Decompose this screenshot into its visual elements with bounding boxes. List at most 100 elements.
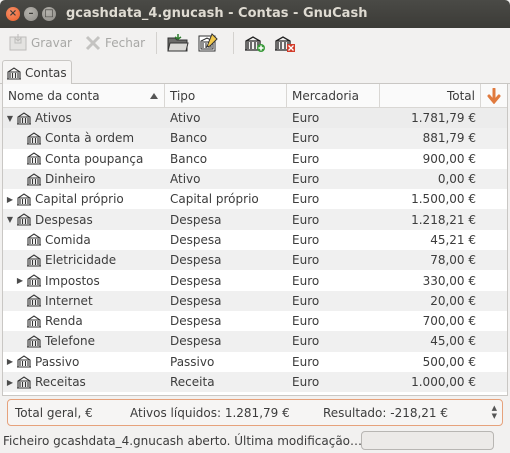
account-name-cell: ▼ Despesas xyxy=(3,209,165,229)
account-name-cell: Dinheiro xyxy=(3,169,165,189)
account-commodity: Euro xyxy=(292,354,320,369)
bank-icon xyxy=(27,152,41,165)
account-name-cell: Comida xyxy=(3,230,165,250)
account-total: 1.000,00 € xyxy=(411,375,476,389)
bank-icon xyxy=(17,213,31,226)
expander-expanded-icon[interactable]: ▼ xyxy=(5,114,15,123)
account-name-cell: Conta à ordem xyxy=(3,128,165,148)
account-row[interactable]: ▶ Impostos Despesa Euro 330,00 € xyxy=(3,270,507,290)
bank-icon xyxy=(17,375,31,389)
account-name-cell: ▶ Receitas xyxy=(3,372,165,392)
account-commodity: Euro xyxy=(292,212,320,227)
account-total: 45,00 € xyxy=(430,334,476,349)
account-total: 700,00 € xyxy=(422,314,476,329)
account-row[interactable]: ▶ Receitas Receita Euro 1.000,00 € xyxy=(3,371,507,393)
folder-open-icon xyxy=(167,34,189,52)
account-name: Conta poupança xyxy=(45,151,144,166)
account-name: Passivo xyxy=(35,354,80,369)
delete-account-button[interactable] xyxy=(272,30,298,56)
progress-bar xyxy=(361,431,494,450)
account-row[interactable]: ▼ Ativos Ativo Euro 1.781,79 € xyxy=(3,108,507,129)
column-header-total[interactable]: Total xyxy=(380,84,481,107)
account-type: Despesa xyxy=(170,293,222,308)
account-name-cell: Conta poupança xyxy=(3,149,165,169)
account-type: Banco xyxy=(170,151,208,166)
summary-spin-icon[interactable]: ▲ ▼ xyxy=(492,404,497,420)
bank-icon xyxy=(27,294,41,307)
column-selector-button[interactable] xyxy=(481,84,507,107)
row-spacer xyxy=(481,291,507,311)
row-spacer xyxy=(481,128,507,148)
account-name: Receitas xyxy=(35,375,86,389)
expander-expanded-icon[interactable]: ▼ xyxy=(5,215,15,224)
account-name: Conta à ordem xyxy=(45,131,135,146)
account-commodity: Euro xyxy=(292,293,320,308)
close-window-button[interactable]: × xyxy=(6,7,20,21)
window-title: gcashdata_4.gnucash - Contas - GnuCash xyxy=(66,6,368,21)
account-row[interactable]: ▶ Passivo Passivo Euro 500,00 € xyxy=(3,352,507,372)
open-account-button[interactable] xyxy=(165,30,191,56)
delete-account-icon xyxy=(275,36,296,52)
edit-account-icon xyxy=(198,33,218,52)
column-header-commodity[interactable]: Mercadoria xyxy=(287,84,380,107)
bank-icon xyxy=(27,233,41,246)
account-commodity: Euro xyxy=(292,232,320,247)
account-row[interactable]: Comida Despesa Euro 45,21 € xyxy=(3,230,507,250)
account-name: Despesas xyxy=(35,212,93,227)
account-type: Despesa xyxy=(170,314,222,329)
column-header-type[interactable]: Tipo xyxy=(165,84,287,107)
account-row[interactable]: ▶ Capital próprio Capital próprio Euro 1.500… xyxy=(3,189,507,209)
expander-collapsed-icon[interactable]: ▶ xyxy=(5,357,15,366)
bank-icon xyxy=(27,172,41,186)
close-file-button[interactable]: Fechar xyxy=(81,30,148,56)
summary-bar[interactable]: Total geral, € Ativos líquidos: 1.281,79… xyxy=(7,399,503,426)
tab-accounts[interactable]: Contas xyxy=(2,60,72,85)
account-commodity: Euro xyxy=(292,314,320,329)
account-row[interactable]: Renda Despesa Euro 700,00 € xyxy=(3,311,507,331)
maximize-window-button[interactable]: □ xyxy=(42,7,56,21)
account-name: Renda xyxy=(45,314,83,329)
bank-icon xyxy=(17,193,31,206)
account-name: Telefone xyxy=(45,334,95,349)
close-icon xyxy=(85,35,101,51)
account-row[interactable]: Internet Despesa Euro 20,00 € xyxy=(3,290,507,311)
expander-collapsed-icon[interactable]: ▶ xyxy=(15,276,25,285)
account-name: Impostos xyxy=(45,273,100,288)
account-row[interactable]: ▼ Despesas Despesa Euro 1.218,21 € xyxy=(3,209,507,230)
account-total: 0,00 € xyxy=(437,172,476,187)
account-row[interactable]: Conta poupança Banco Euro 900,00 € xyxy=(3,149,507,169)
save-button[interactable]: Gravar xyxy=(5,30,75,56)
row-spacer xyxy=(481,108,507,128)
tab-accounts-label: Contas xyxy=(25,66,67,80)
account-total: 20,00 € xyxy=(430,293,476,308)
row-spacer xyxy=(481,352,507,372)
toolbar: Gravar Fechar xyxy=(0,28,510,58)
bank-icon xyxy=(27,254,41,267)
row-spacer xyxy=(481,270,507,290)
account-type: Despesa xyxy=(170,273,222,288)
account-total: 45,21 € xyxy=(430,232,476,247)
column-name-label: Nome da conta xyxy=(8,88,100,103)
edit-account-button[interactable] xyxy=(195,30,221,56)
account-total: 1.500,00 € xyxy=(411,192,476,207)
column-header-name[interactable]: Nome da conta xyxy=(3,84,165,107)
minimize-window-button[interactable]: – xyxy=(24,7,38,21)
row-spacer xyxy=(481,209,507,229)
account-row[interactable]: Dinheiro Ativo Euro 0,00 € xyxy=(3,168,507,190)
accounts-tree[interactable]: Nome da conta Tipo Mercadoria Total ▼ Ati… xyxy=(2,84,508,396)
account-row[interactable]: Eletricidade Despesa Euro 78,00 € xyxy=(3,250,507,271)
new-account-button[interactable] xyxy=(242,30,268,56)
account-rows: ▼ Ativos Ativo Euro 1.781,79 € Conta à ordem B… xyxy=(3,108,507,393)
account-name: Eletricidade xyxy=(45,253,117,268)
account-row[interactable]: Conta à ordem Banco Euro 881,79 € xyxy=(3,128,507,149)
row-spacer xyxy=(481,149,507,169)
account-row[interactable]: Telefone Despesa Euro 45,00 € xyxy=(3,331,507,352)
account-commodity: Euro xyxy=(292,334,320,349)
bank-icon xyxy=(27,314,41,328)
expander-collapsed-icon[interactable]: ▶ xyxy=(5,195,15,204)
save-label: Gravar xyxy=(31,36,72,50)
account-type: Despesa xyxy=(170,334,222,349)
expander-collapsed-icon[interactable]: ▶ xyxy=(5,378,15,387)
account-name: Dinheiro xyxy=(45,172,96,187)
status-text: Ficheiro gcashdata_4.gnucash aberto. Últ… xyxy=(3,434,363,448)
